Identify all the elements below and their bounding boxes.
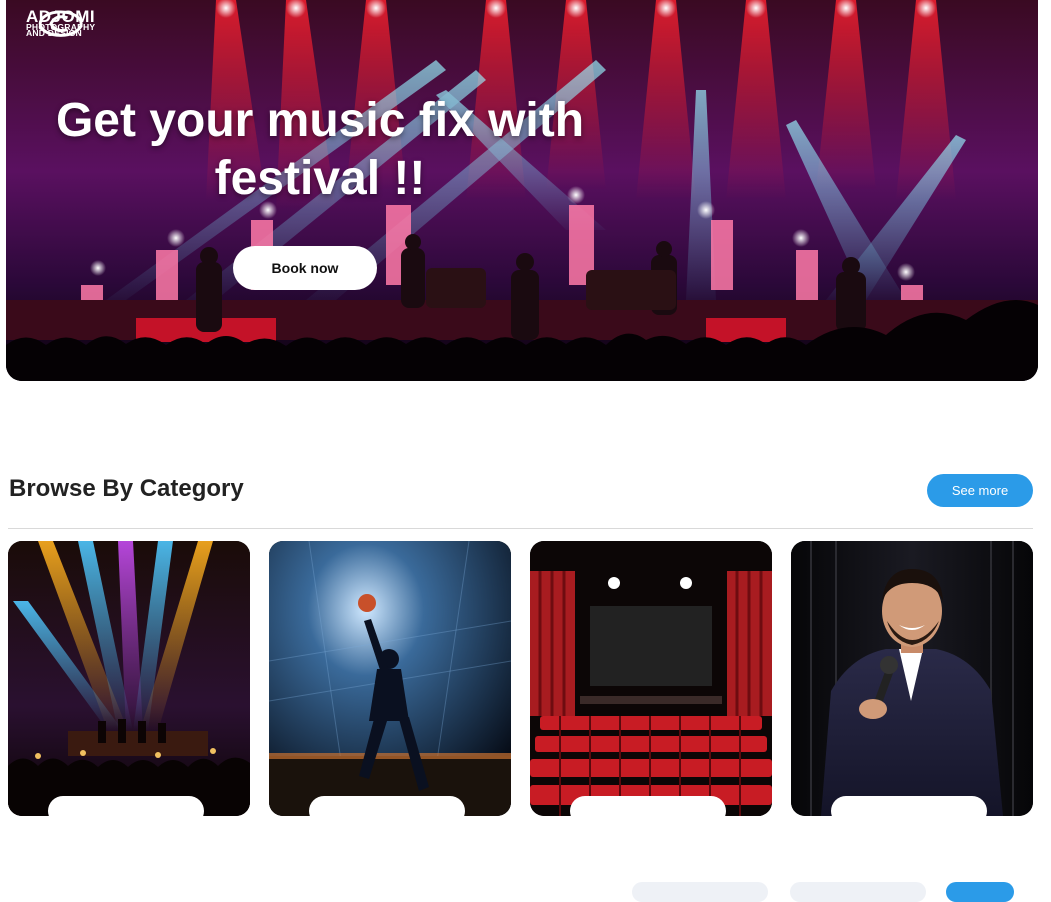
- hero-title: Get your music fix with festival !!: [40, 92, 600, 208]
- see-more-button[interactable]: See more: [927, 474, 1033, 507]
- section-title: Browse By Category: [9, 475, 244, 502]
- filter-pill-active[interactable]: [946, 882, 1014, 902]
- comedy-image: [791, 541, 1033, 816]
- hero-banner: ADJOMI PHOTOGRAPHY AND DESIGN Get your m…: [6, 0, 1038, 381]
- section-divider: [8, 528, 1033, 529]
- hero-title-line-2: festival !!: [214, 152, 426, 205]
- category-card-cinema[interactable]: [530, 541, 772, 816]
- category-card-concert[interactable]: [8, 541, 250, 816]
- logo-mark-icon: [38, 10, 83, 37]
- category-card-sports[interactable]: [269, 541, 511, 816]
- basketball-image: [269, 541, 511, 816]
- category-card-label: [309, 796, 465, 816]
- logo: ADJOMI PHOTOGRAPHY AND DESIGN: [26, 8, 95, 37]
- book-now-button[interactable]: Book now: [233, 246, 377, 290]
- filter-pill[interactable]: [790, 882, 926, 902]
- concert-image: [8, 541, 250, 816]
- filter-pill[interactable]: [632, 882, 768, 902]
- cinema-image: [530, 541, 772, 816]
- hero-title-line-1: Get your music fix with: [55, 94, 585, 147]
- category-card-comedy[interactable]: [791, 541, 1033, 816]
- category-card-label: [48, 796, 204, 816]
- category-card-label: [570, 796, 726, 816]
- category-card-label: [831, 796, 987, 816]
